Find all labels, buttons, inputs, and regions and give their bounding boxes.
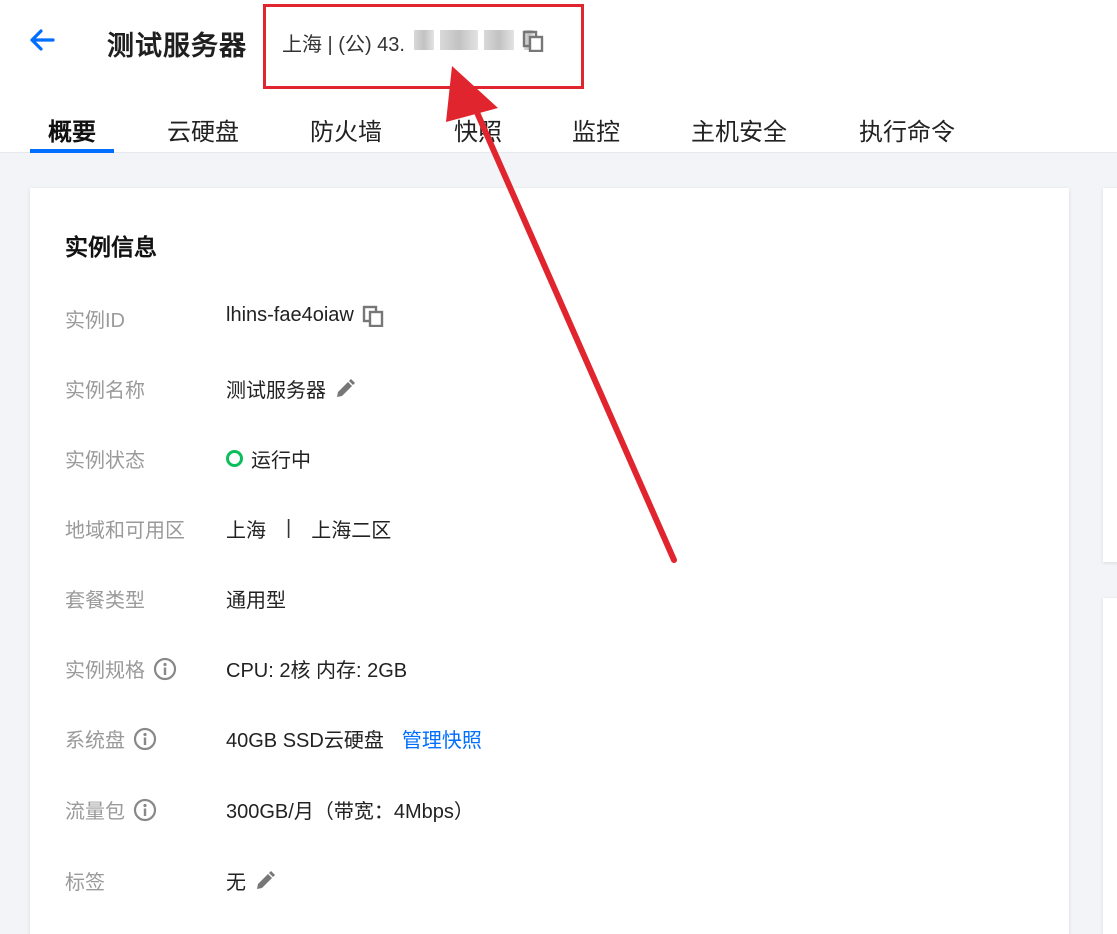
arrow-left-icon[interactable] xyxy=(26,24,58,56)
row-traffic-package: 流量包 300GB/月（带宽：4Mbps） xyxy=(65,795,1025,825)
tab-bar: 概要 云硬盘 防火墙 快照 监控 主机安全 执行命令 xyxy=(0,105,1117,153)
label-plan-type: 套餐类型 xyxy=(65,590,145,612)
label-tags: 标签 xyxy=(65,872,105,894)
manage-snapshot-link[interactable]: 管理快照 xyxy=(402,724,482,753)
row-instance-name: 实例名称 测试服务器 xyxy=(65,374,1025,404)
tab-overview[interactable]: 概要 xyxy=(48,112,96,147)
card-title: 实例信息 xyxy=(65,234,157,260)
row-tags: 标签 无 xyxy=(65,866,1025,896)
info-circle-icon[interactable] xyxy=(153,657,177,681)
label-instance-status: 实例状态 xyxy=(65,450,145,472)
value-tags: 无 xyxy=(226,866,276,895)
status-text: 运行中 xyxy=(251,450,311,472)
tab-run-command[interactable]: 执行命令 xyxy=(859,112,955,147)
tab-snapshot[interactable]: 快照 xyxy=(454,112,502,147)
value-instance-status: 运行中 xyxy=(226,444,311,473)
value-system-disk: 40GB SSD云硬盘 管理快照 xyxy=(226,724,482,753)
row-region-zone: 地域和可用区 上海 | 上海二区 xyxy=(65,514,1025,544)
page-title: 测试服务器 xyxy=(107,31,247,61)
label-system-disk: 系统盘 xyxy=(65,724,157,753)
row-instance-id: 实例ID lhins-fae4oiaw xyxy=(65,304,1025,334)
row-system-disk: 系统盘 40GB SSD云硬盘 管理快照 xyxy=(65,724,1025,754)
instance-id-text: lhins-fae4oiaw xyxy=(226,304,354,326)
label-traffic-package: 流量包 xyxy=(65,795,157,824)
info-circle-icon[interactable] xyxy=(133,727,157,751)
tab-firewall[interactable]: 防火墙 xyxy=(310,112,382,147)
value-instance-name: 测试服务器 xyxy=(226,374,356,403)
side-card xyxy=(1103,598,1117,934)
pencil-icon[interactable] xyxy=(254,870,276,892)
instance-name-text: 测试服务器 xyxy=(226,380,326,402)
tab-monitor[interactable]: 监控 xyxy=(572,112,620,147)
region-text: 上海 xyxy=(226,520,266,542)
system-disk-label-text: 系统盘 xyxy=(65,730,125,752)
row-plan-type: 套餐类型 通用型 xyxy=(65,584,1025,614)
info-circle-icon[interactable] xyxy=(133,798,157,822)
top-bar: 测试服务器 上海 | (公) 43. 概要 云硬盘 防火墙 快照 监控 主机安全… xyxy=(0,0,1117,153)
instance-info-card: 实例信息 实例ID lhins-fae4oiaw 实例名称 测试服务器 实例状态… xyxy=(30,188,1069,934)
row-instance-status: 实例状态 运行中 xyxy=(65,444,1025,474)
instance-spec-label-text: 实例规格 xyxy=(65,660,145,682)
pencil-icon[interactable] xyxy=(334,378,356,400)
label-instance-id: 实例ID xyxy=(65,310,125,332)
tab-cloud-disk[interactable]: 云硬盘 xyxy=(167,112,239,147)
copy-icon[interactable] xyxy=(362,305,384,327)
traffic-label-text: 流量包 xyxy=(65,801,125,823)
value-plan-type: 通用型 xyxy=(226,590,286,612)
label-instance-spec: 实例规格 xyxy=(65,654,177,683)
value-region-zone: 上海 | 上海二区 xyxy=(226,514,391,543)
system-disk-text: 40GB SSD云硬盘 xyxy=(226,730,384,752)
value-instance-id: lhins-fae4oiaw xyxy=(226,304,384,327)
zone-text: 上海二区 xyxy=(311,520,392,542)
label-instance-name: 实例名称 xyxy=(65,380,145,402)
value-traffic-package: 300GB/月（带宽：4Mbps） xyxy=(226,801,474,823)
label-region-zone: 地域和可用区 xyxy=(65,520,185,542)
side-card xyxy=(1103,188,1117,562)
region-separator: | xyxy=(286,517,292,539)
status-running-icon xyxy=(226,450,243,467)
value-instance-spec: CPU: 2核 内存: 2GB xyxy=(226,660,408,682)
annotation-highlight-box xyxy=(263,4,584,89)
tab-host-security[interactable]: 主机安全 xyxy=(691,112,787,147)
tags-text: 无 xyxy=(226,872,246,894)
row-instance-spec: 实例规格 CPU: 2核 内存: 2GB xyxy=(65,654,1025,684)
active-tab-indicator xyxy=(30,149,114,153)
